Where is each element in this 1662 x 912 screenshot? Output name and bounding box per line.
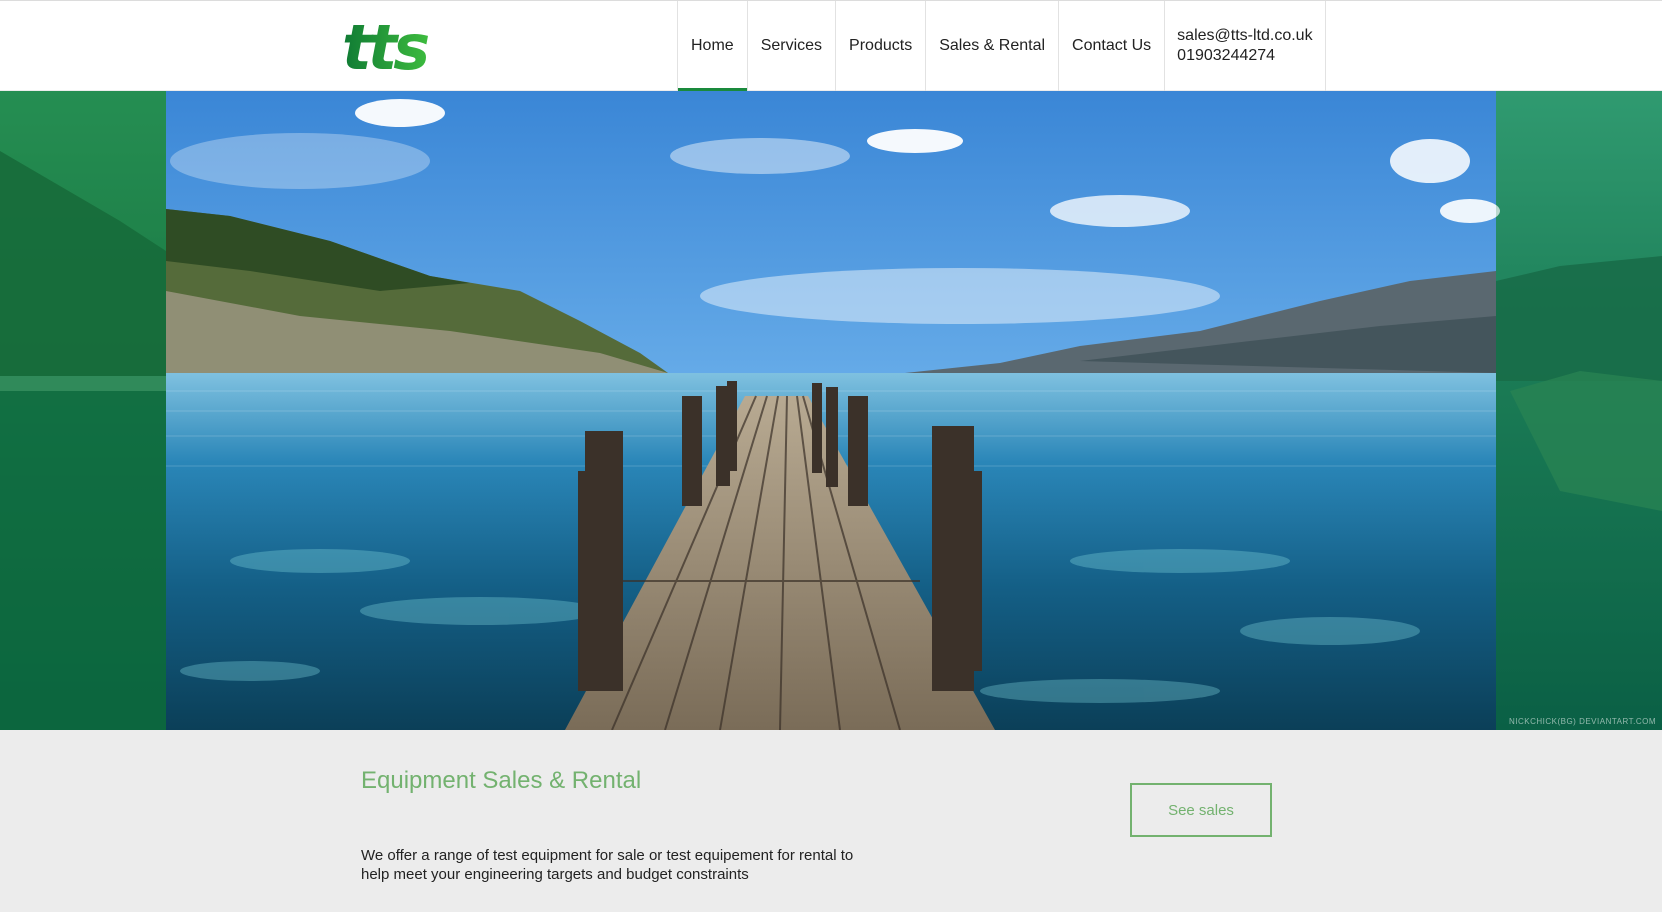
nav-products[interactable]: Products [835,1,925,91]
sales-rental-section: Equipment Sales & Rental We offer a rang… [0,730,1662,912]
main-nav: Home Services Products Sales & Rental Co… [677,1,1326,91]
site-header: tts Home Services Products Sales & Renta… [0,0,1662,91]
contact-phone-link[interactable]: 01903244274 [1177,46,1312,66]
section-description: We offer a range of test equipment for s… [361,847,854,883]
nav-sales-rental[interactable]: Sales & Rental [925,1,1058,91]
section-title: Equipment Sales & Rental [361,767,642,794]
nav-home[interactable]: Home [677,1,747,91]
nav-contact-us[interactable]: Contact Us [1058,1,1164,91]
hero-banner: NICKCHICK(BG) DEVIANTART.COM [0,91,1662,730]
tts-logo[interactable]: tts [340,19,490,74]
contact-email-link[interactable]: sales@tts-ltd.co.uk [1177,26,1312,46]
svg-text:tts: tts [342,19,428,74]
hero-image [0,91,1662,730]
nav-services[interactable]: Services [746,1,835,91]
see-sales-button[interactable]: See sales [1130,783,1272,837]
header-contact: sales@tts-ltd.co.uk 01903244274 [1164,1,1326,91]
image-watermark: NICKCHICK(BG) DEVIANTART.COM [1508,717,1656,726]
